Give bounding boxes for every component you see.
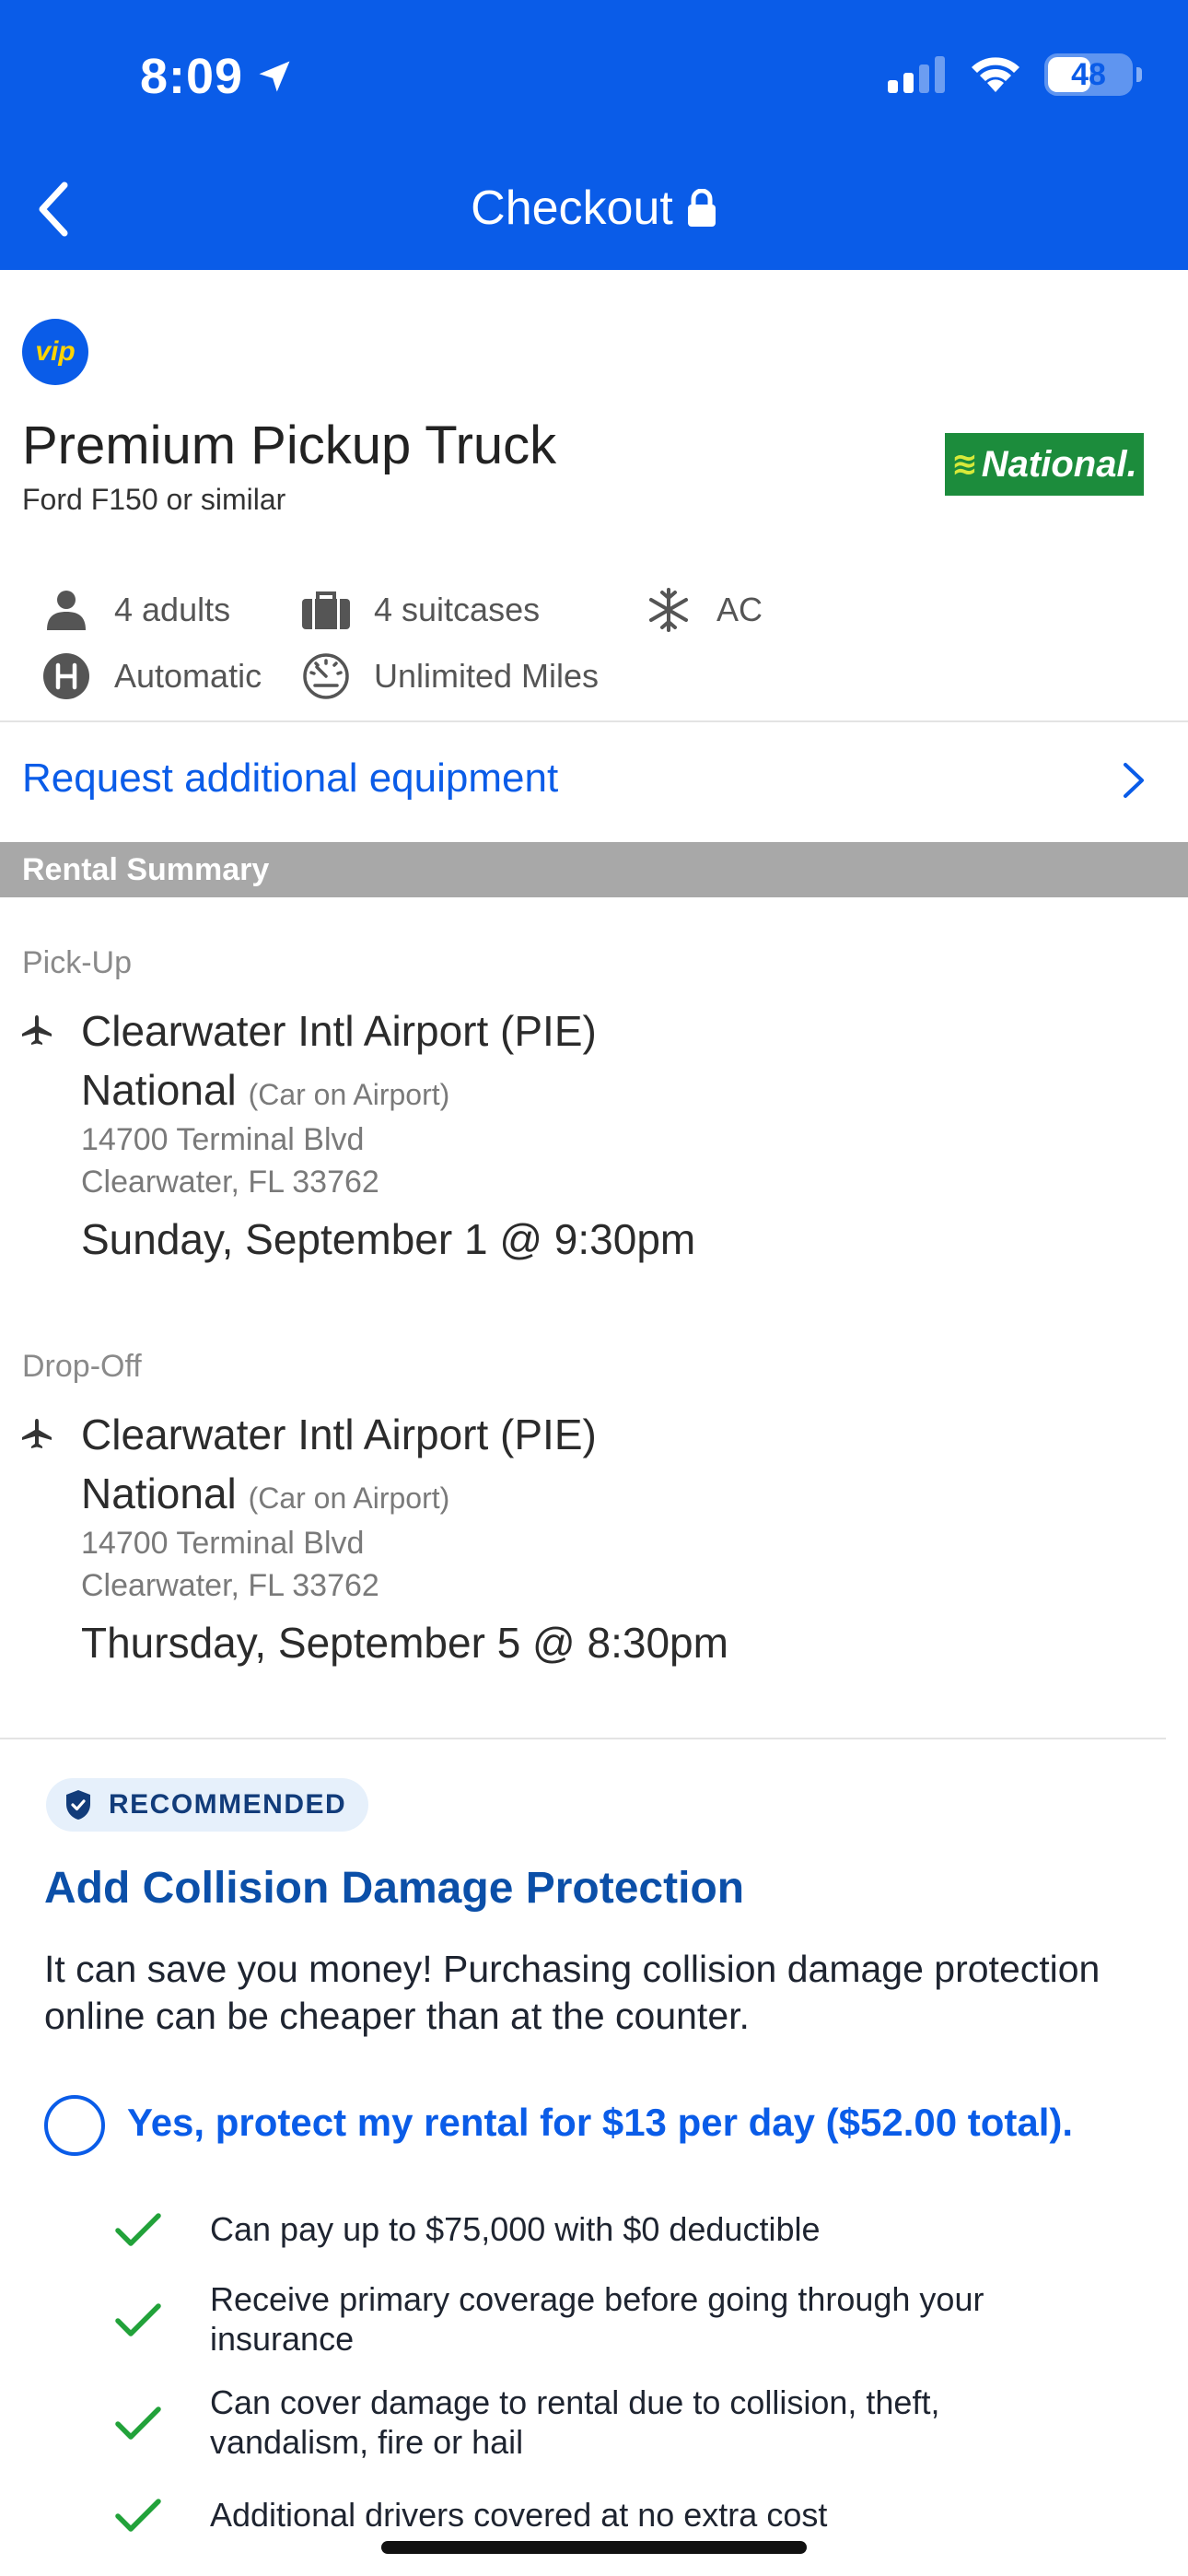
benefit-text: Can pay up to $75,000 with $0 deductible: [210, 2210, 821, 2248]
dropoff-vendor: National (Car on Airport): [81, 1469, 449, 1518]
feature-label: 4 suitcases: [374, 591, 541, 628]
cellular-signal-icon: [888, 56, 945, 93]
benefit-text: Can cover damage to rental due to collis…: [210, 2383, 940, 2461]
app-header: 8:09 48 Checkout: [0, 0, 1188, 270]
home-indicator[interactable]: [381, 2541, 807, 2554]
pickup-address-line2: Clearwater, FL 33762: [81, 1165, 379, 1200]
check-icon: [115, 2303, 161, 2336]
battery-level: 48: [1071, 56, 1106, 92]
recommended-label: RECOMMENDED: [109, 1789, 347, 1820]
divider: [0, 720, 1188, 722]
feature-passengers: 4 adults: [41, 584, 230, 636]
lock-icon: [687, 189, 716, 227]
check-icon: [115, 2406, 161, 2440]
feature-label: AC: [716, 591, 763, 628]
dropoff-vendor-name: National: [81, 1469, 237, 1517]
page-title-text: Checkout: [471, 181, 673, 235]
feature-transmission: Automatic: [41, 650, 262, 702]
feature-label: Automatic: [114, 657, 262, 695]
pickup-address-line1: 14700 Terminal Blvd: [81, 1122, 365, 1157]
protection-title: Add Collision Damage Protection: [44, 1864, 745, 1913]
feature-luggage: 4 suitcases: [300, 584, 540, 636]
protection-radio[interactable]: [44, 2095, 105, 2156]
request-equipment-link[interactable]: Request additional equipment: [22, 755, 558, 802]
divider: [0, 1738, 1166, 1739]
wifi-icon: [972, 57, 1019, 92]
vip-badge: vip: [22, 319, 88, 385]
feature-mileage: Unlimited Miles: [300, 650, 599, 702]
battery-icon: 48: [1044, 53, 1142, 96]
national-logo-text: National.: [981, 443, 1137, 485]
pickup-airport: Clearwater Intl Airport (PIE): [81, 1007, 597, 1055]
dropoff-address-line1: 14700 Terminal Blvd: [81, 1526, 365, 1561]
shield-check-icon: [66, 1790, 90, 1820]
airplane-icon: [22, 1419, 52, 1448]
dropoff-vendor-note: (Car on Airport): [248, 1481, 450, 1515]
car-title: Premium Pickup Truck: [22, 416, 557, 475]
national-logo: ≋ National.: [945, 433, 1144, 496]
status-indicators: 48: [888, 53, 1142, 96]
feature-label: 4 adults: [114, 591, 231, 628]
protection-option-label[interactable]: Yes, protect my rental for $13 per day (…: [127, 2101, 1073, 2145]
benefit-text: Additional drivers covered at no extra c…: [210, 2496, 828, 2534]
dropoff-label: Drop-Off: [22, 1349, 142, 1384]
suitcase-icon: [300, 584, 352, 636]
speedometer-icon: [300, 650, 352, 702]
location-arrow-icon: [259, 61, 290, 92]
pickup-vendor-name: National: [81, 1066, 237, 1114]
pickup-label: Pick-Up: [22, 945, 133, 980]
pickup-vendor-note: (Car on Airport): [248, 1078, 450, 1111]
feature-ac: AC: [643, 584, 763, 636]
dropoff-address-line2: Clearwater, FL 33762: [81, 1568, 379, 1603]
person-icon: [41, 584, 92, 636]
national-stripes-icon: ≋: [951, 447, 978, 482]
rental-summary-header: Rental Summary: [0, 842, 1188, 897]
status-time: 8:09: [140, 48, 295, 105]
gearshift-icon: [41, 650, 92, 702]
status-time-text: 8:09: [140, 49, 244, 104]
chevron-right-icon[interactable]: [1114, 757, 1151, 803]
check-icon: [115, 2213, 161, 2246]
pickup-vendor: National (Car on Airport): [81, 1065, 449, 1115]
protection-description: It can save you money! Purchasing collis…: [44, 1948, 1101, 2037]
check-icon: [115, 2499, 161, 2532]
feature-label: Unlimited Miles: [374, 657, 600, 695]
page-title: Checkout: [0, 181, 1188, 236]
dropoff-airport: Clearwater Intl Airport (PIE): [81, 1411, 597, 1458]
airplane-icon: [22, 1015, 52, 1045]
dropoff-datetime: Thursday, September 5 @ 8:30pm: [81, 1619, 728, 1667]
pickup-datetime: Sunday, September 1 @ 9:30pm: [81, 1215, 696, 1263]
snowflake-icon: [643, 584, 694, 636]
benefit-text: Receive primary coverage before going th…: [210, 2280, 984, 2358]
recommended-badge: RECOMMENDED: [46, 1778, 369, 1832]
car-subtitle: Ford F150 or similar: [22, 483, 286, 516]
